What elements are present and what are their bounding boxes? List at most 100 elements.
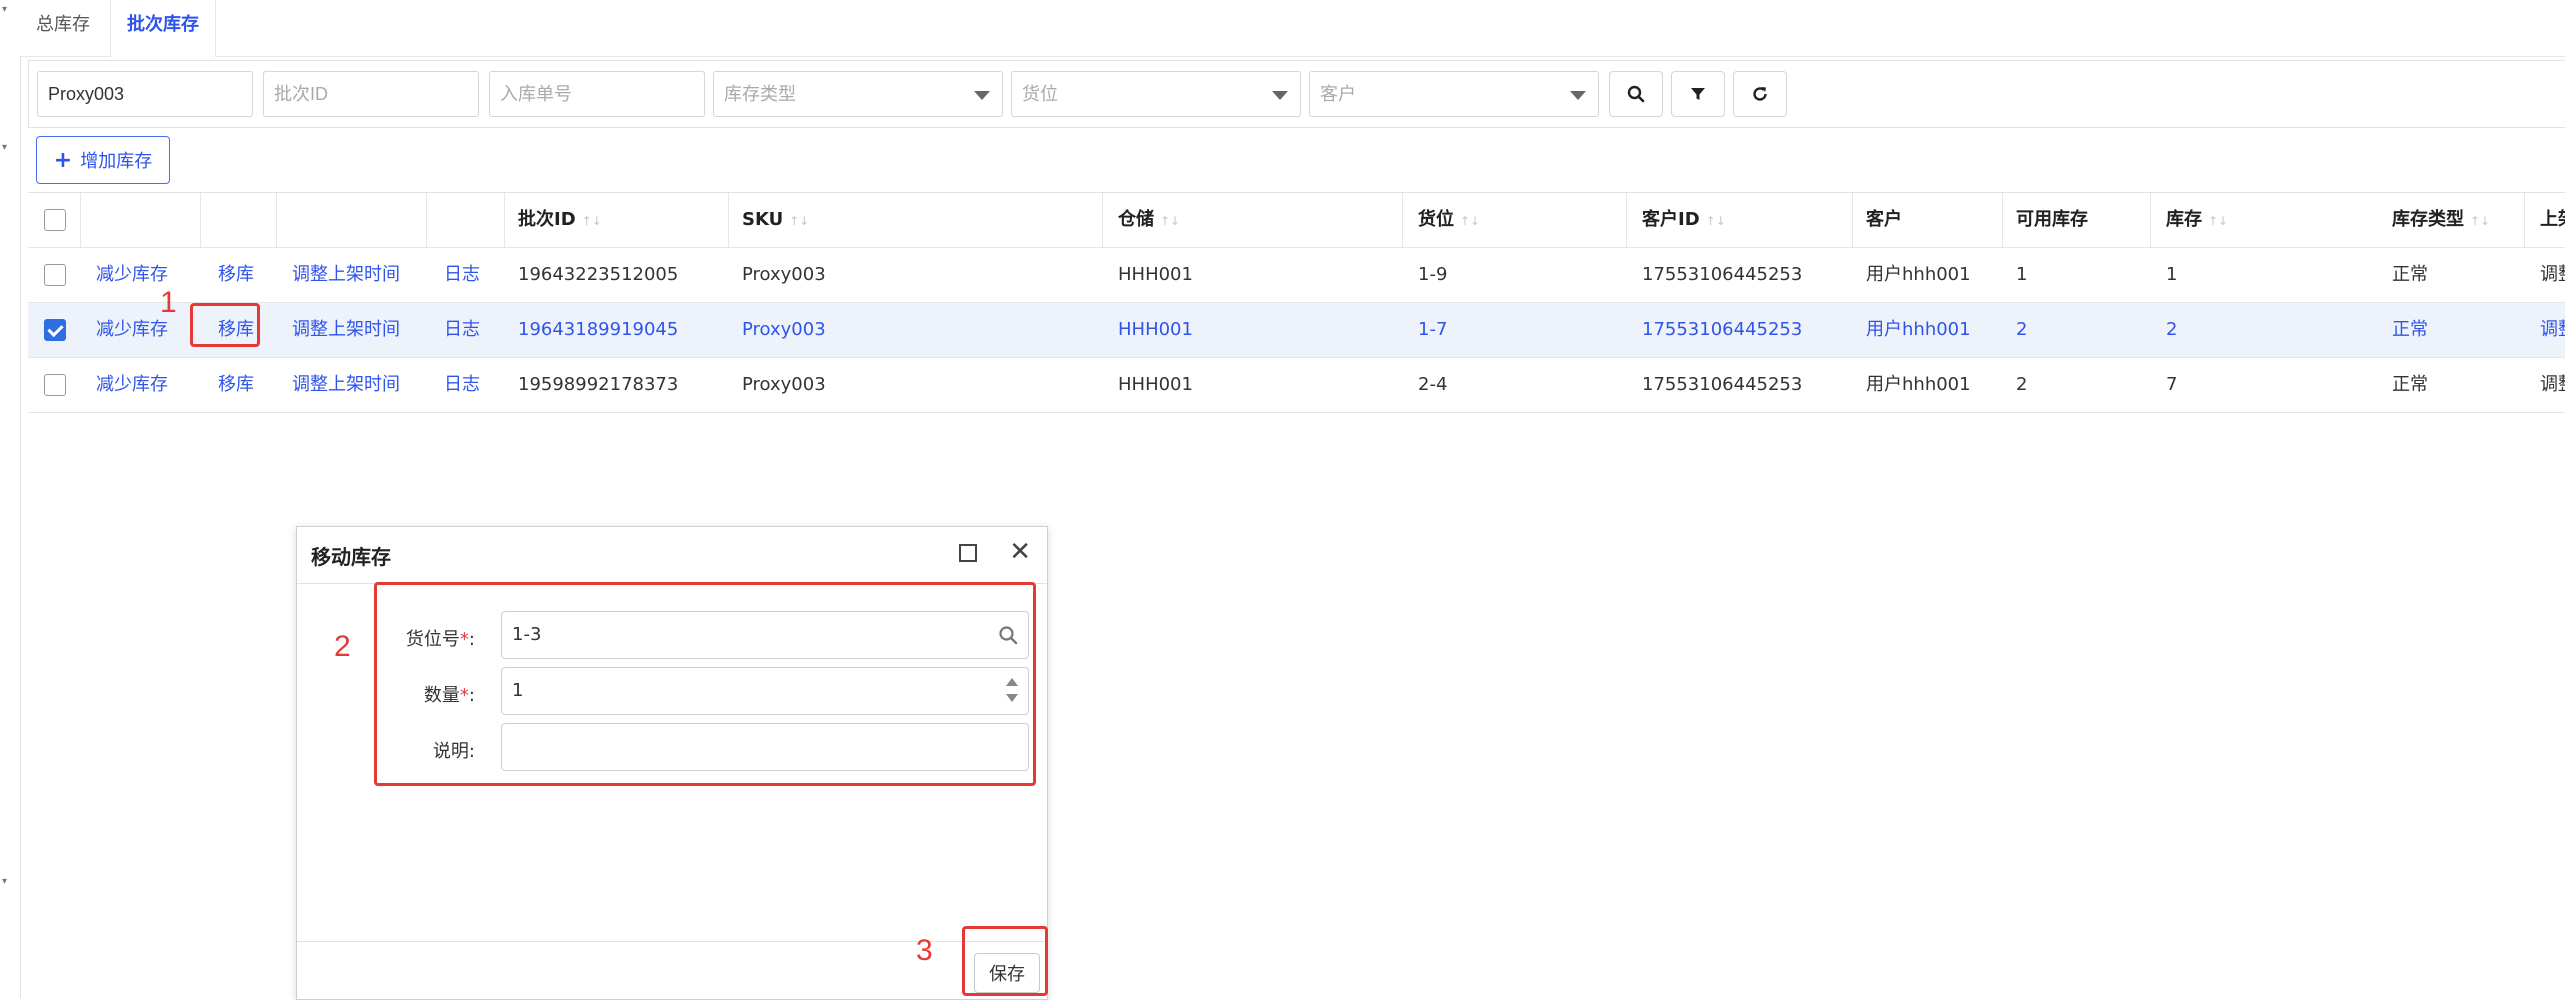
plus-icon: + bbox=[53, 147, 73, 173]
header-customer-id[interactable]: 客户ID ↑↓ bbox=[1642, 193, 1726, 247]
batch-id-cell: 19643223512005 bbox=[518, 264, 679, 285]
log-link[interactable]: 日志 bbox=[444, 358, 480, 412]
stock-type-input[interactable] bbox=[714, 72, 1002, 116]
header-location[interactable]: 货位 ↑↓ bbox=[1418, 193, 1480, 247]
customer-cell: 用户hhh001 bbox=[1866, 319, 1971, 340]
annotation-number: 2 bbox=[334, 630, 351, 663]
sku-cell: Proxy003 bbox=[742, 264, 826, 285]
add-stock-label: 增加库存 bbox=[80, 151, 153, 172]
caret-icon: ▾ bbox=[2, 876, 8, 887]
sku-cell: Proxy003 bbox=[742, 374, 826, 395]
stock-type-cell: 正常 bbox=[2392, 374, 2428, 395]
search-button[interactable] bbox=[1609, 71, 1663, 117]
reduce-stock-link[interactable]: 减少库存 bbox=[96, 358, 168, 412]
maximize-icon[interactable] bbox=[959, 544, 977, 562]
dropdown-arrow-icon bbox=[1272, 91, 1288, 100]
customer-input[interactable] bbox=[1310, 72, 1598, 116]
warehouse-cell: HHH001 bbox=[1118, 374, 1193, 395]
customer-cell: 用户hhh001 bbox=[1866, 264, 1971, 285]
log-link[interactable]: 日志 bbox=[444, 303, 480, 357]
table-row: 减少库存 移库 调整上架时间 日志 19643223512005 Proxy00… bbox=[28, 248, 2565, 303]
caret-icon: ▾ bbox=[2, 4, 8, 15]
batch-id-cell: 19598992178373 bbox=[518, 374, 679, 395]
warehouse-cell: HHH001 bbox=[1118, 264, 1193, 285]
header-customer: 客户 bbox=[1866, 209, 1902, 230]
tab-total-inventory[interactable]: 总库存 bbox=[20, 0, 106, 56]
tab-batch-inventory[interactable]: 批次库存 bbox=[110, 0, 216, 57]
customer-id-cell: 17553106445253 bbox=[1642, 374, 1803, 395]
batch-inventory-table: 批次ID ↑↓ SKU ↑↓ 仓储 ↑↓ 货位 ↑↓ 客户ID ↑↓ 客户 可用库存 库存… bbox=[28, 192, 2565, 413]
available-stock-cell: 2 bbox=[2016, 319, 2028, 340]
dialog-title: 移动库存 bbox=[311, 545, 391, 569]
header-sku[interactable]: SKU ↑↓ bbox=[742, 193, 809, 247]
row-checkbox[interactable] bbox=[44, 374, 66, 396]
warehouse-cell: HHH001 bbox=[1118, 319, 1193, 340]
header-stock-type[interactable]: 库存类型 ↑↓ bbox=[2392, 193, 2490, 247]
shelf-time-cell: 调整 bbox=[2540, 319, 2565, 340]
annotation-number: 1 bbox=[160, 286, 177, 319]
move-stock-link[interactable]: 移库 bbox=[218, 358, 254, 412]
stock-cell: 2 bbox=[2166, 319, 2178, 340]
batch-id-field[interactable] bbox=[263, 71, 479, 117]
header-shelf-time: 上架 bbox=[2540, 209, 2565, 230]
dropdown-arrow-icon bbox=[974, 91, 990, 100]
location-select[interactable] bbox=[1011, 71, 1301, 117]
table-header: 批次ID ↑↓ SKU ↑↓ 仓储 ↑↓ 货位 ↑↓ 客户ID ↑↓ 客户 可用库存 库存… bbox=[28, 193, 2565, 248]
move-stock-link[interactable]: 移库 bbox=[218, 248, 254, 302]
log-link[interactable]: 日志 bbox=[444, 248, 480, 302]
batch-id-cell: 19643189919045 bbox=[518, 319, 679, 340]
stock-type-cell: 正常 bbox=[2392, 264, 2428, 285]
adjust-shelf-time-link[interactable]: 调整上架时间 bbox=[292, 303, 400, 357]
search-icon bbox=[1627, 85, 1645, 103]
shelf-time-cell: 调整 bbox=[2540, 374, 2565, 395]
table-row: 减少库存 移库 调整上架时间 日志 19598992178373 Proxy00… bbox=[28, 358, 2565, 413]
select-all-checkbox[interactable] bbox=[44, 209, 66, 231]
available-stock-cell: 1 bbox=[2016, 264, 2028, 285]
annotation-number: 3 bbox=[916, 934, 933, 967]
available-stock-cell: 2 bbox=[2016, 374, 2028, 395]
refresh-button[interactable] bbox=[1733, 71, 1787, 117]
customer-select[interactable] bbox=[1309, 71, 1599, 117]
left-sidebar-edge: ▾ ▾ ▾ bbox=[0, 0, 21, 998]
close-icon[interactable]: ✕ bbox=[1009, 537, 1031, 567]
row-checkbox[interactable] bbox=[44, 264, 66, 286]
customer-id-cell: 17553106445253 bbox=[1642, 319, 1803, 340]
reduce-stock-link[interactable]: 减少库存 bbox=[96, 248, 168, 302]
sku-input[interactable] bbox=[38, 72, 252, 116]
header-stock[interactable]: 库存 ↑↓ bbox=[2166, 193, 2228, 247]
filter-bar bbox=[28, 60, 2565, 128]
location-cell: 1-9 bbox=[1418, 264, 1448, 285]
batch-id-input[interactable] bbox=[264, 72, 478, 116]
reduce-stock-link[interactable]: 减少库存 bbox=[96, 303, 168, 357]
add-stock-button[interactable]: + 增加库存 bbox=[36, 136, 170, 184]
annotation-box-form bbox=[374, 582, 1036, 786]
annotation-box-move-link bbox=[190, 303, 260, 347]
location-input[interactable] bbox=[1012, 72, 1300, 116]
location-cell: 2-4 bbox=[1418, 374, 1448, 395]
caret-icon: ▾ bbox=[2, 142, 8, 153]
filter-icon bbox=[1691, 88, 1705, 100]
filter-button[interactable] bbox=[1671, 71, 1725, 117]
stock-type-select[interactable] bbox=[713, 71, 1003, 117]
tab-bar: 总库存 批次库存 bbox=[20, 0, 2565, 57]
dropdown-arrow-icon bbox=[1570, 91, 1586, 100]
adjust-shelf-time-link[interactable]: 调整上架时间 bbox=[292, 358, 400, 412]
customer-cell: 用户hhh001 bbox=[1866, 374, 1971, 395]
shelf-time-cell: 调整 bbox=[2540, 264, 2565, 285]
header-available-stock: 可用库存 bbox=[2016, 209, 2088, 230]
location-cell: 1-7 bbox=[1418, 319, 1448, 340]
refresh-icon bbox=[1753, 87, 1767, 101]
annotation-box-save bbox=[962, 926, 1048, 996]
inbound-no-input[interactable] bbox=[490, 72, 704, 116]
header-warehouse[interactable]: 仓储 ↑↓ bbox=[1118, 193, 1180, 247]
row-checkbox[interactable] bbox=[44, 319, 66, 341]
customer-id-cell: 17553106445253 bbox=[1642, 264, 1803, 285]
stock-cell: 1 bbox=[2166, 264, 2178, 285]
inbound-no-field[interactable] bbox=[489, 71, 705, 117]
stock-cell: 7 bbox=[2166, 374, 2178, 395]
sku-field[interactable] bbox=[37, 71, 253, 117]
adjust-shelf-time-link[interactable]: 调整上架时间 bbox=[292, 248, 400, 302]
header-batch-id[interactable]: 批次ID ↑↓ bbox=[518, 193, 602, 247]
sku-cell: Proxy003 bbox=[742, 319, 826, 340]
stock-type-cell: 正常 bbox=[2392, 319, 2428, 340]
